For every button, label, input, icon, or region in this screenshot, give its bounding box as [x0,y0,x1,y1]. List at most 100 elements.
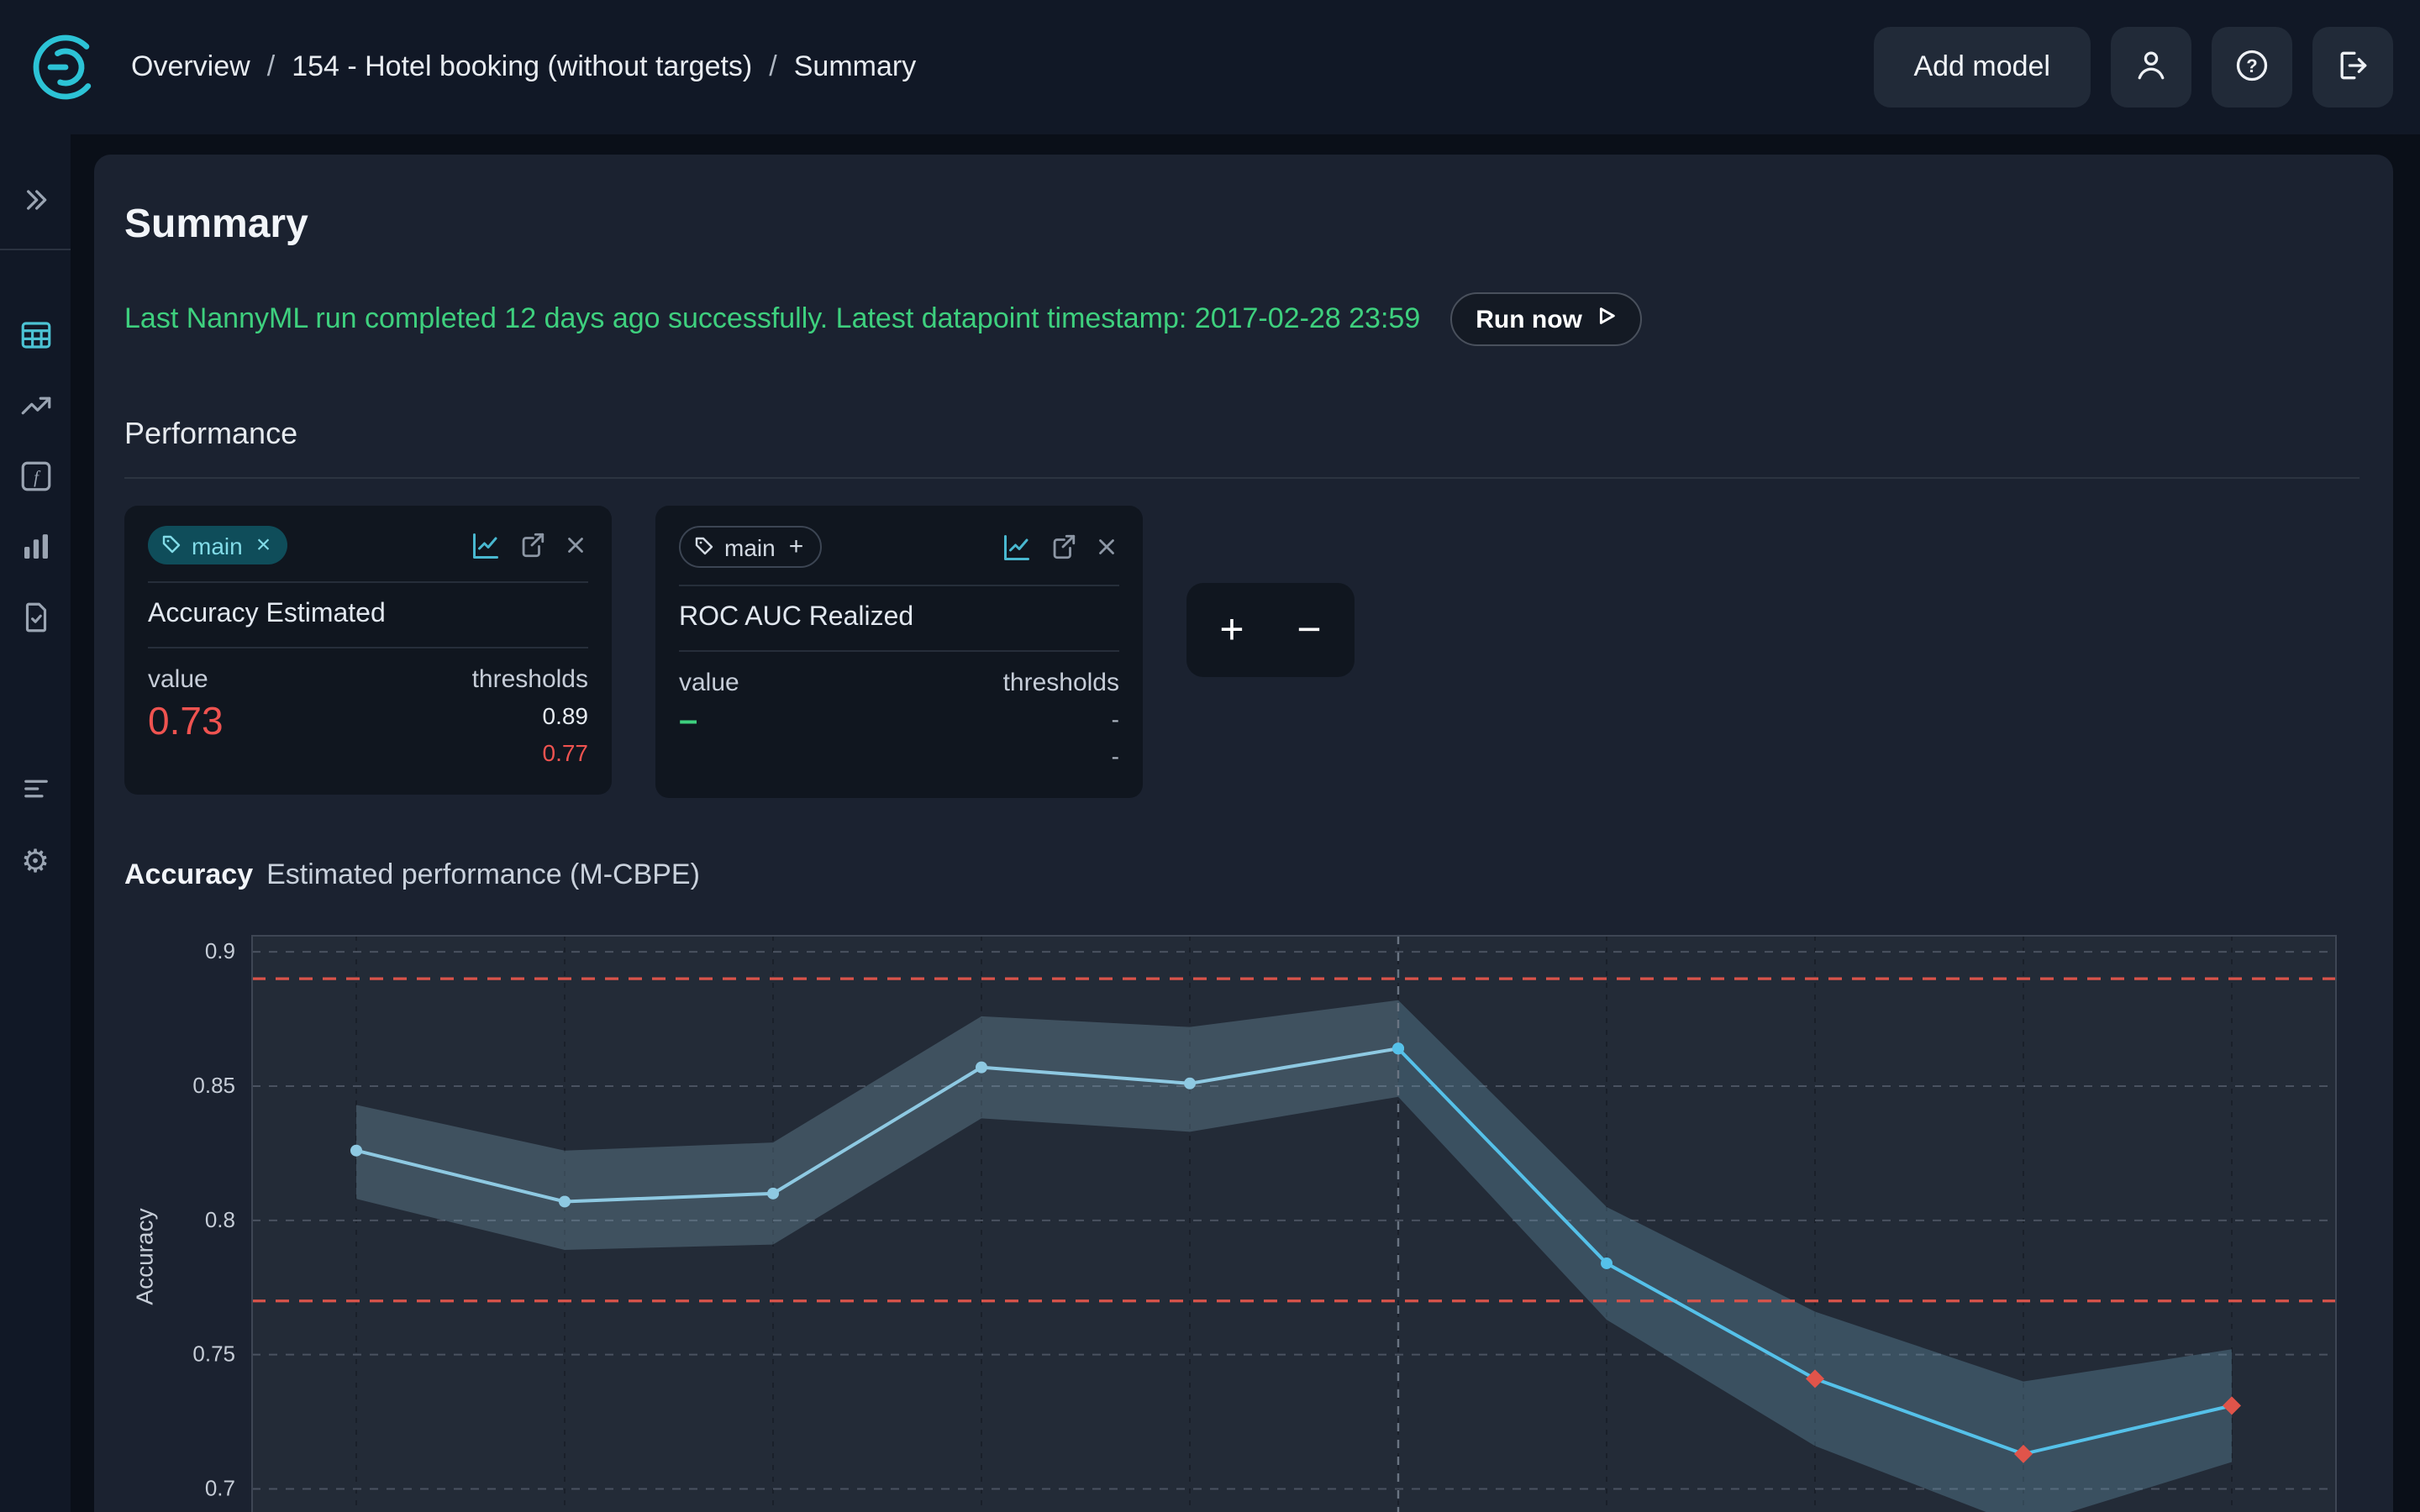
question-icon: ? [2233,46,2270,88]
y-axis-title: Accuracy [124,923,165,1512]
card-column-labels: value thresholds [679,652,1119,697]
list-icon [18,771,53,811]
threshold-upper: - [1112,702,1119,738]
thresholds-label: thresholds [1003,669,1119,697]
sidebar-item-summary-table[interactable] [0,307,71,368]
close-icon[interactable] [563,533,588,558]
settings-gear-icon: ⚙ [21,846,50,878]
threshold-upper: 0.89 [543,699,589,735]
sidebar-item-distribution[interactable] [0,519,71,580]
tag-pill[interactable]: main + [679,526,822,568]
metric-value: 0.73 [148,699,224,772]
sidebar-nav-group: f [0,307,71,650]
metric-card-title: Accuracy Estimated [148,583,588,648]
value-label: value [679,669,739,697]
tag-label: main [724,533,776,560]
help-button[interactable]: ? [2212,27,2292,108]
main-panel: Summary Last NannyML run completed 12 da… [94,155,2393,1512]
chart-subtitle: Estimated performance (M-CBPE) [266,859,700,891]
external-link-icon[interactable] [518,531,546,559]
metric-card-accuracy: main × [124,506,612,795]
run-status-text: Last NannyML run completed 12 days ago s… [124,302,1420,336]
function-icon: f [18,459,53,499]
sidebar-item-performance[interactable] [0,378,71,438]
svg-text:0.75: 0.75 [192,1341,235,1367]
bar-chart-icon [18,529,53,570]
threshold-lower: - [1112,738,1119,774]
threshold-lower: 0.77 [543,735,589,771]
tag-icon [694,533,714,560]
external-link-icon[interactable] [1049,533,1077,561]
card-values: – - - [679,702,1119,775]
table-icon [18,318,53,358]
metric-cards-row: main × [124,506,2360,799]
sidebar-expand-button[interactable] [0,171,71,232]
remove-tag-icon[interactable]: × [256,531,271,559]
status-row: Last NannyML run completed 12 days ago s… [124,292,2360,346]
sidebar-divider [0,249,71,250]
run-now-button[interactable]: Run now [1450,292,1643,346]
line-chart-icon[interactable] [1002,532,1032,562]
threshold-values: - - [1112,702,1119,775]
run-now-label: Run now [1476,305,1582,333]
document-check-icon [18,600,53,640]
card-column-labels: value thresholds [148,648,588,694]
remove-metric-button[interactable]: − [1276,596,1343,664]
performance-section-title: Performance [124,417,2360,452]
thresholds-label: thresholds [472,665,588,694]
trending-up-icon [18,388,53,428]
breadcrumb: Overview / 154 - Hotel booking (without … [131,50,916,84]
sidebar-item-concept-drift[interactable]: f [0,449,71,509]
chart-wrap: Accuracy 0.70.750.80.850.9May 2016Jun 20… [124,923,2360,1512]
tag-pill[interactable]: main × [148,526,287,564]
chart-metric-name: Accuracy [124,859,253,891]
sidebar-item-settings[interactable]: ⚙ [0,832,71,892]
add-model-button[interactable]: Add model [1873,27,2091,108]
metric-add-remove-card: + − [1186,583,1355,677]
breadcrumb-separator: / [267,50,275,84]
user-icon [2133,46,2170,88]
svg-text:0.85: 0.85 [192,1074,235,1099]
breadcrumb-overview[interactable]: Overview [131,50,250,84]
logout-button[interactable] [2312,27,2393,108]
threshold-values: 0.89 0.77 [543,699,589,772]
app: Overview / 154 - Hotel booking (without … [0,0,2420,1512]
nannyml-logo-icon[interactable] [27,29,104,106]
user-button[interactable] [2111,27,2191,108]
svg-text:0.8: 0.8 [205,1208,235,1233]
section-divider [124,477,2360,479]
metric-value: – [679,702,697,775]
svg-text:0.7: 0.7 [205,1476,235,1501]
card-actions [1002,532,1119,562]
card-header: main × [148,526,588,583]
card-actions [471,530,588,560]
sidebar-bottom-group: ⚙ [0,761,71,892]
add-metric-button[interactable]: + [1198,596,1265,664]
card-header: main + [679,526,1119,586]
sidebar-item-logs[interactable] [0,590,71,650]
tag-icon [161,532,182,559]
sidebar: f [0,134,71,1512]
sidebar-item-list[interactable] [0,761,71,822]
navbar-actions: Add model ? [1873,27,2393,108]
add-tag-icon[interactable]: + [789,533,804,561]
svg-text:?: ? [2246,55,2257,76]
chart-heading: Accuracy Estimated performance (M-CBPE) [124,859,2360,893]
logout-icon [2334,46,2371,88]
card-values: 0.73 0.89 0.77 [148,699,588,772]
tag-label: main [192,532,243,559]
top-navbar: Overview / 154 - Hotel booking (without … [0,0,2420,134]
play-icon [1596,304,1618,334]
close-icon[interactable] [1094,534,1119,559]
double-chevron-right-icon [18,182,52,221]
value-label: value [148,665,208,694]
performance-chart[interactable]: 0.70.750.80.850.9May 2016Jun 2016Jul 201… [165,923,2349,1512]
svg-text:0.9: 0.9 [205,939,235,964]
metric-card-title: ROC AUC Realized [679,586,1119,652]
breadcrumb-model[interactable]: 154 - Hotel booking (without targets) [292,50,752,84]
svg-text:f: f [33,467,40,487]
line-chart-icon[interactable] [471,530,501,560]
breadcrumb-current: Summary [794,50,916,84]
page-title: Summary [124,202,2360,249]
metric-card-roc-auc: main + [655,506,1143,799]
